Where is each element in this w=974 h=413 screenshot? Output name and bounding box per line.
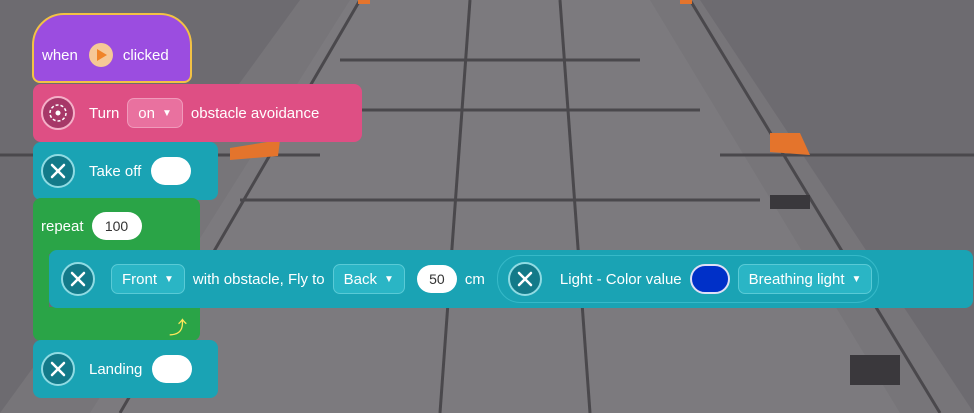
repeat-block[interactable]: repeat 100 (33, 198, 200, 254)
radar-icon (41, 96, 75, 130)
take-off-block[interactable]: Take off (33, 142, 218, 200)
caret-down-icon: ▼ (384, 273, 394, 285)
loop-arrow-icon: ⤴ (169, 318, 187, 338)
avoidance-state-value: on (138, 104, 155, 122)
light-color-label: Light - Color value (559, 270, 682, 288)
target-value: Back (343, 270, 377, 288)
caret-down-icon: ▼ (851, 273, 862, 285)
landing-block[interactable]: Landing (33, 340, 218, 398)
hat-when-label: when (42, 46, 78, 64)
take-off-label: Take off (89, 162, 142, 180)
distance-unit: cm (464, 270, 485, 288)
target-dropdown[interactable]: Back ▼ (332, 264, 405, 294)
light-color-block[interactable]: Light - Color value Breathing light ▼ (496, 255, 880, 303)
fly-text: with obstacle, Fly to (192, 270, 325, 288)
repeat-label: repeat (41, 217, 84, 235)
direction-dropdown[interactable]: Front ▼ (111, 264, 185, 294)
drone-icon (41, 352, 75, 386)
drone-icon (41, 154, 75, 188)
caret-down-icon: ▼ (161, 107, 172, 119)
fly-with-obstacle-block[interactable]: Front ▼ with obstacle, Fly to Back ▼ 50 … (49, 250, 973, 308)
play-icon (88, 43, 113, 67)
distance-input[interactable]: 50 (416, 265, 457, 293)
take-off-input[interactable] (151, 157, 192, 185)
hat-clicked-label: clicked (122, 46, 169, 64)
avoidance-state-dropdown[interactable]: on ▼ (127, 98, 183, 128)
light-mode-value: Breathing light (748, 270, 845, 288)
direction-value: Front (122, 270, 158, 288)
light-color-swatch[interactable] (689, 264, 730, 294)
light-mode-dropdown[interactable]: Breathing light ▼ (737, 264, 873, 294)
repeat-count-input[interactable]: 100 (91, 212, 142, 240)
obstacle-avoidance-block[interactable]: Turn on ▼ obstacle avoidance (33, 84, 362, 142)
drone-icon (507, 262, 542, 296)
when-clicked-block[interactable]: when clicked (32, 13, 192, 83)
repeat-block-side (33, 252, 49, 308)
obstacle-avoidance-label: obstacle avoidance (190, 104, 320, 122)
caret-down-icon: ▼ (164, 273, 174, 285)
landing-input[interactable] (152, 355, 193, 383)
turn-label: Turn (89, 104, 120, 122)
landing-label: Landing (89, 360, 143, 378)
drone-icon (61, 262, 95, 296)
